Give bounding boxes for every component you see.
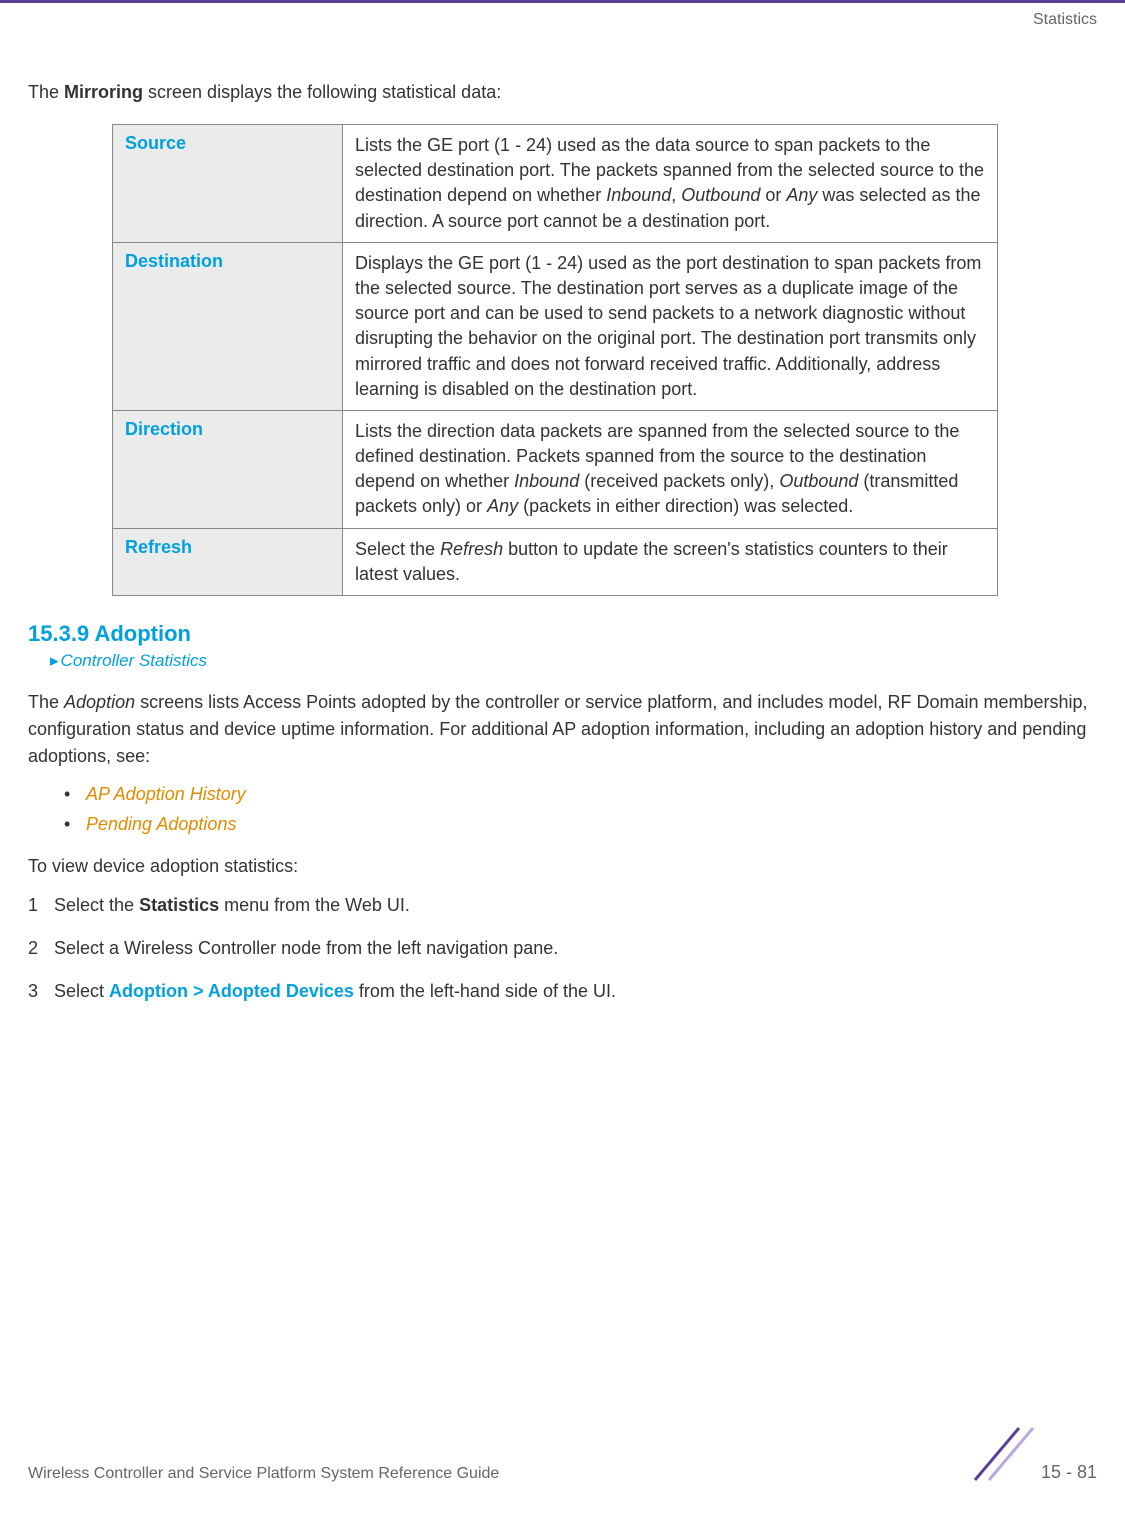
step-2: 2 Select a Wireless Controller node from… — [28, 933, 1097, 964]
source-label: Source — [113, 125, 343, 243]
ap-adoption-history-link[interactable]: AP Adoption History — [86, 784, 246, 804]
arrow-icon: ▸ — [50, 651, 59, 670]
step-1: 1 Select the Statistics menu from the We… — [28, 890, 1097, 921]
refresh-description: Select the Refresh button to update the … — [343, 528, 998, 595]
intro-suffix: screen displays the following statistica… — [143, 82, 501, 102]
list-item: AP Adoption History — [64, 780, 1097, 810]
table-row: Destination Displays the GE port (1 - 24… — [113, 242, 998, 410]
table-row: Direction Lists the direction data packe… — [113, 410, 998, 528]
direction-description: Lists the direction data packets are spa… — [343, 410, 998, 528]
header-section-label: Statistics — [1033, 11, 1097, 29]
page-number: 15 - 81 — [1041, 1462, 1097, 1483]
breadcrumb[interactable]: ▸Controller Statistics — [50, 651, 1097, 671]
adoption-view-paragraph: To view device adoption statistics: — [28, 853, 1097, 880]
adoption-intro-paragraph: The Adoption screens lists Access Points… — [28, 689, 1097, 770]
intro-prefix: The — [28, 82, 64, 102]
intro-paragraph: The Mirroring screen displays the follow… — [28, 79, 1097, 106]
adoption-heading: 15.3.9 Adoption — [28, 621, 1097, 647]
source-description: Lists the GE port (1 - 24) used as the d… — [343, 125, 998, 243]
footer: Wireless Controller and Service Platform… — [0, 1462, 1125, 1483]
table-row: Source Lists the GE port (1 - 24) used a… — [113, 125, 998, 243]
refresh-label: Refresh — [113, 528, 343, 595]
step-3: 3 Select Adoption > Adopted Devices from… — [28, 976, 1097, 1007]
intro-bold: Mirroring — [64, 82, 143, 102]
pending-adoptions-link[interactable]: Pending Adoptions — [86, 814, 236, 834]
breadcrumb-text: Controller Statistics — [61, 651, 207, 670]
list-item: Pending Adoptions — [64, 810, 1097, 840]
direction-label: Direction — [113, 410, 343, 528]
destination-label: Destination — [113, 242, 343, 410]
mirroring-table: Source Lists the GE port (1 - 24) used a… — [112, 124, 998, 596]
footer-title: Wireless Controller and Service Platform… — [28, 1465, 499, 1483]
slash-icon — [967, 1424, 1041, 1489]
table-row: Refresh Select the Refresh button to upd… — [113, 528, 998, 595]
destination-description: Displays the GE port (1 - 24) used as th… — [343, 242, 998, 410]
link-list: AP Adoption History Pending Adoptions — [64, 780, 1097, 839]
step-list: 1 Select the Statistics menu from the We… — [28, 890, 1097, 1006]
